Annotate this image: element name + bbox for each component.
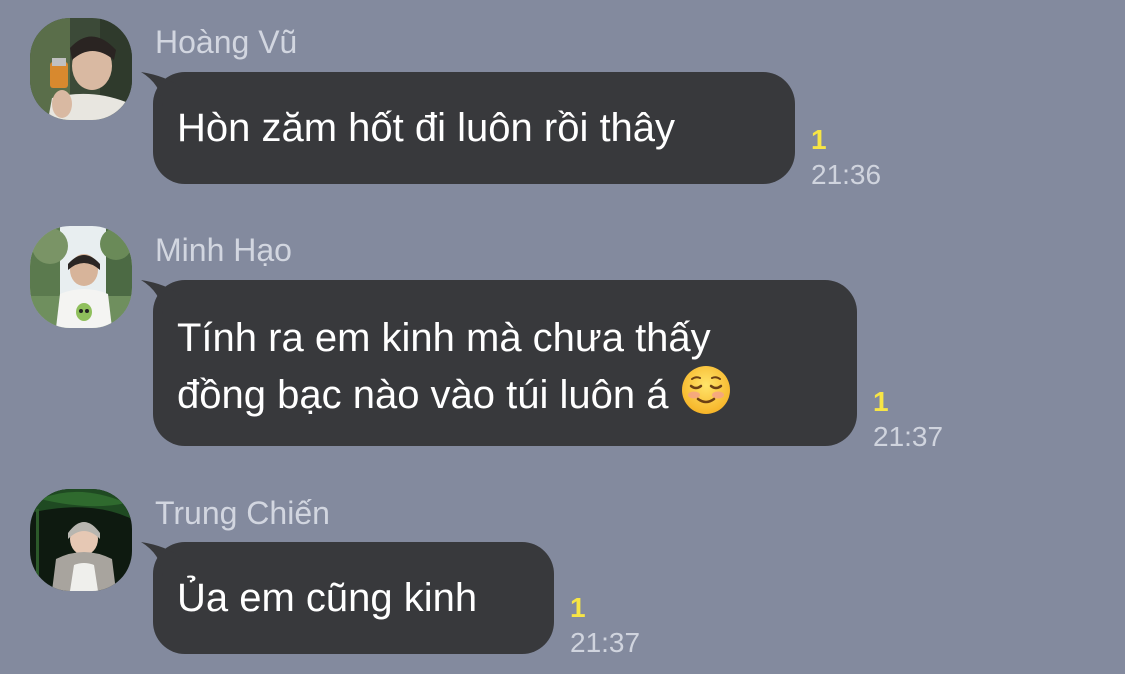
message-time: 21:37 <box>570 627 641 658</box>
avatar-hoang-vu-icon[interactable] <box>30 18 132 120</box>
bubble-tail <box>141 542 181 576</box>
sender-name: Hoàng Vũ <box>155 24 298 60</box>
smiling-face-icon <box>681 366 730 414</box>
message-time: 21:36 <box>811 159 882 190</box>
message-text-line-2: đồng bạc nào vào túi luôn á <box>177 364 833 421</box>
sender-name: Trung Chiến <box>155 495 330 531</box>
message-text-line-1: Tính ra em kinh mà chưa thấy <box>177 316 711 360</box>
message-text: Ủa em cũng kinh <box>177 576 478 620</box>
bubble-tail <box>141 72 181 106</box>
avatar-minh-hao-icon[interactable] <box>30 226 132 328</box>
bubble-tail <box>141 280 181 314</box>
message-text: Hòn zăm hốt đi luôn rồi thây <box>177 106 676 150</box>
sender-name: Minh Hạo <box>155 232 292 268</box>
unread-count: 1 <box>873 386 889 417</box>
message-time: 21:37 <box>873 421 944 452</box>
message-text: đồng bạc nào vào túi luôn á <box>177 373 669 417</box>
unread-count: 1 <box>570 592 586 623</box>
message-bubble[interactable]: Hòn zăm hốt đi luôn rồi thây <box>141 72 795 184</box>
message-bubble[interactable]: Ủa em cũng kinh <box>141 542 554 654</box>
unread-count: 1 <box>811 124 827 155</box>
message-bubble[interactable]: Tính ra em kinh mà chưa thấy đồng bạc nà… <box>141 280 857 446</box>
avatar-trung-chien-icon[interactable] <box>30 489 132 591</box>
